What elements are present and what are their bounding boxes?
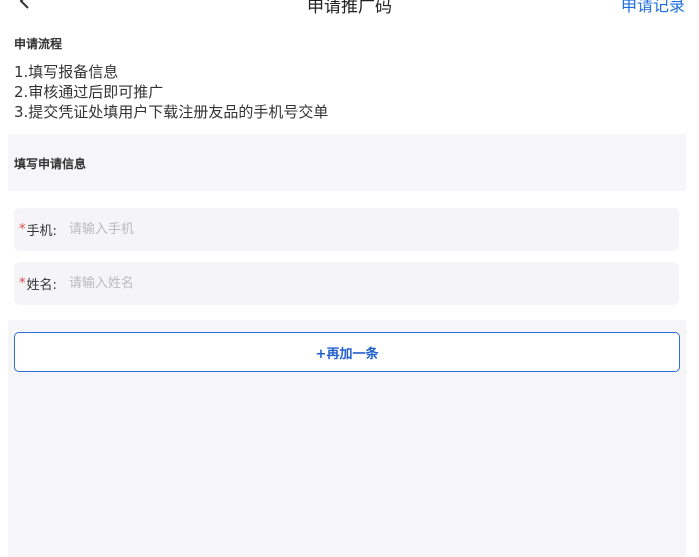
- process-step: 2.审核通过后即可推广: [14, 83, 164, 101]
- form-heading-band: [8, 134, 686, 191]
- process-step: 1.填写报备信息: [14, 63, 119, 81]
- phone-label: 手机:: [26, 224, 57, 239]
- process-step: 3.提交凭证处填用户下载注册友品的手机号交单: [14, 103, 329, 121]
- name-input[interactable]: [68, 276, 679, 291]
- required-mark: *: [19, 222, 26, 237]
- phone-input[interactable]: [68, 222, 679, 237]
- add-another-button[interactable]: +再加一条: [14, 332, 680, 372]
- name-label: 姓名:: [26, 278, 57, 293]
- name-field-row: * 姓名:: [14, 262, 679, 305]
- apply-records-link[interactable]: 申请记录: [621, 0, 685, 16]
- process-steps: 1.填写报备信息 2.审核通过后即可推广 3.提交凭证处填用户下载注册友品的手机…: [14, 62, 328, 122]
- process-heading: 申请流程: [14, 37, 63, 51]
- phone-field-row: * 手机:: [14, 208, 679, 251]
- form-heading: 填写申请信息: [14, 157, 87, 171]
- page-title: 申请推广码: [307, 0, 392, 17]
- required-mark: *: [19, 276, 26, 291]
- nav-bar: 申请推广码 申请记录: [0, 0, 699, 17]
